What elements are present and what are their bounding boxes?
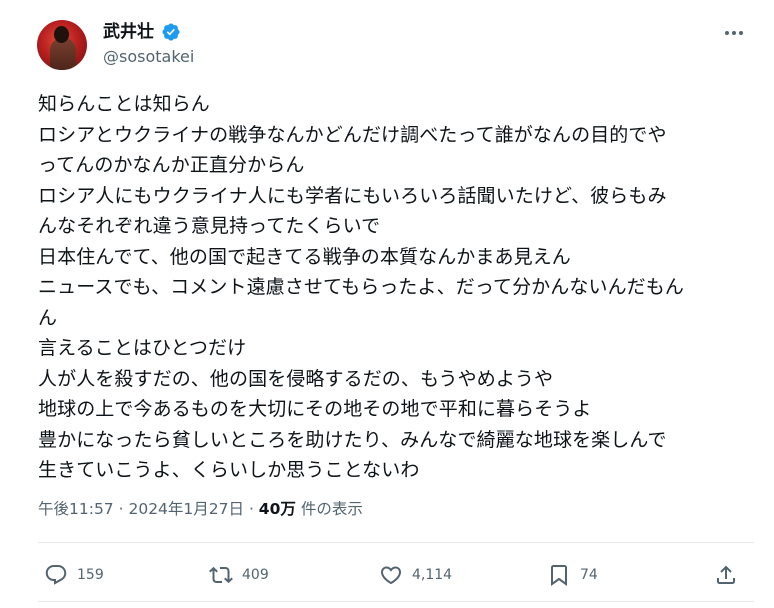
bookmark-count: 74 bbox=[580, 567, 598, 583]
tweet-text-line: ってんのかなんか正直分からん bbox=[38, 154, 305, 176]
retweet-count: 409 bbox=[242, 567, 269, 583]
meta-separator: · bbox=[248, 500, 259, 518]
like-button[interactable]: 4,114 bbox=[379, 561, 452, 589]
retweet-icon bbox=[209, 566, 233, 584]
avatar-figure-head bbox=[54, 26, 69, 43]
tweet-text-line: ニュースでも、コメント遠慮させてもらったよ、だって分かんないんだもん bbox=[38, 276, 684, 298]
tweet-time[interactable]: 午後11:57 bbox=[38, 500, 114, 518]
bookmark-icon bbox=[551, 565, 567, 586]
share-icon bbox=[717, 565, 735, 584]
retweet-button[interactable]: 409 bbox=[209, 561, 269, 589]
heart-icon bbox=[380, 566, 402, 585]
tweet-date[interactable]: 2024年1月27日 bbox=[128, 500, 244, 518]
tweet-text-line: 日本住んでて、他の国で起きてる戦争の本質なんかまあ見えん bbox=[38, 245, 571, 268]
share-button[interactable] bbox=[714, 561, 738, 589]
tweet-text-line: 生きていこうよ、くらいしか思うことないわ bbox=[38, 459, 420, 481]
tweet-text-line: んなそれぞれ違う意見持ってたくらいで bbox=[38, 215, 381, 237]
more-options-icon[interactable] bbox=[721, 23, 747, 43]
divider bbox=[38, 542, 754, 543]
like-count: 4,114 bbox=[412, 567, 453, 583]
tweet-text-line: ロシア人にもウクライナ人にも学者にもいろいろ話聞いたけど、彼らもみ bbox=[38, 184, 667, 207]
tweet-text-line: 言えることはひとつだけ bbox=[38, 337, 247, 359]
tweet-text-line: ロシアとウクライナの戦争なんかどんだけ調べたって誰がなんの目的でや bbox=[38, 123, 667, 146]
tweet-text: 知らんことは知らん ロシアとウクライナの戦争なんかどんだけ調べたって誰がなんの目… bbox=[38, 89, 753, 486]
tweet-text-line: 知らんことは知らん bbox=[38, 93, 210, 115]
author-name[interactable]: 武井壮 bbox=[103, 21, 154, 43]
tweet-meta: 午後11:57 · 2024年1月27日 · 40万 件の表示 bbox=[38, 498, 363, 520]
reply-icon bbox=[45, 565, 67, 585]
views-label: 件の表示 bbox=[300, 500, 363, 518]
views-count: 40万 bbox=[258, 500, 296, 518]
tweet-text-line: 豊かになったら貧しいところを助けたり、みんなで綺麗な地球を楽しんで bbox=[38, 428, 667, 451]
divider bbox=[38, 601, 754, 602]
meta-separator: · bbox=[118, 500, 129, 518]
verified-badge-icon bbox=[162, 23, 180, 41]
avatar[interactable] bbox=[37, 20, 87, 70]
author-handle[interactable]: @sosotakei bbox=[103, 46, 194, 68]
tweet-text-line: 人が人を殺すだの、他の国を侵略するだの、もうやめようや bbox=[38, 367, 554, 390]
reply-count: 159 bbox=[77, 567, 104, 583]
bookmark-button[interactable]: 74 bbox=[547, 561, 598, 589]
reply-button[interactable]: 159 bbox=[44, 561, 104, 589]
tweet-text-line: 地球の上で今あるものを大切にその地その地で平和に暮らそうよ bbox=[38, 398, 592, 420]
tweet-text-line: ん bbox=[38, 306, 58, 329]
tweet-card: 武井壮 @sosotakei 知らんことは知らん ロシアとウクライナの戦争なんか… bbox=[0, 0, 774, 608]
